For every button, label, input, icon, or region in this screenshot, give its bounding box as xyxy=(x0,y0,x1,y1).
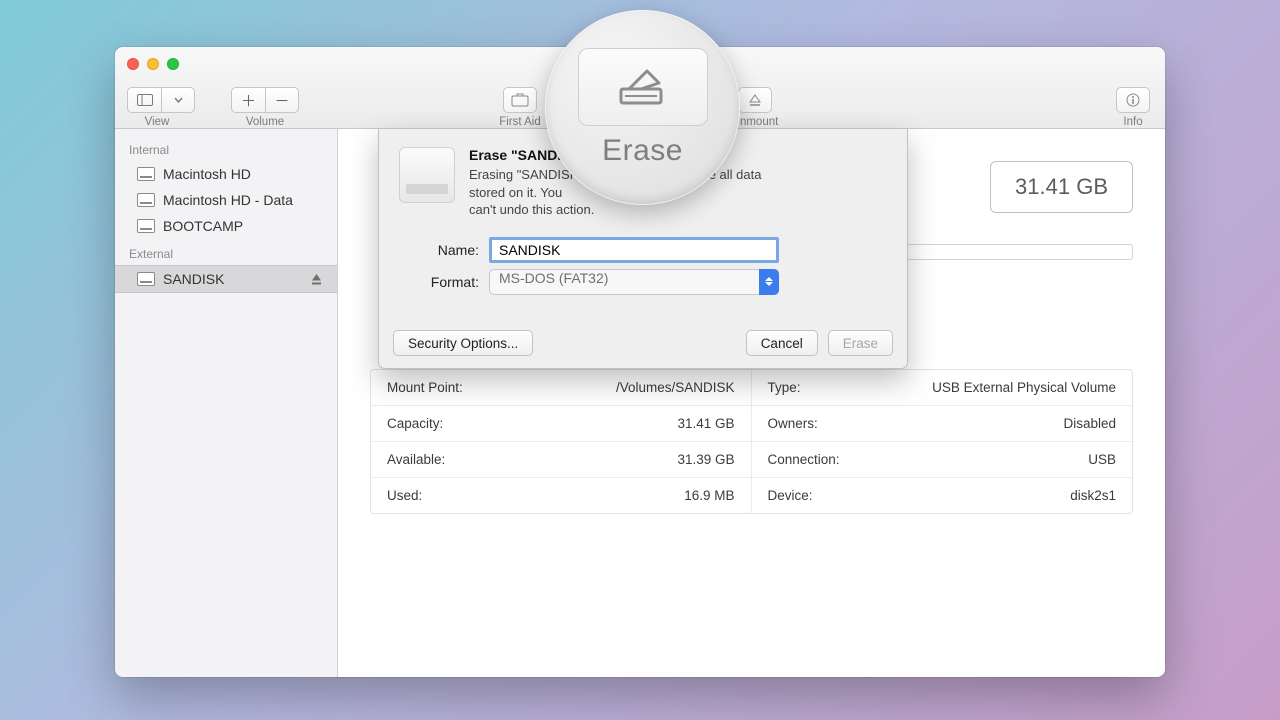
eject-icon[interactable] xyxy=(310,273,323,286)
view-sidebar-button[interactable] xyxy=(127,87,161,113)
toolbar-volume-label: Volume xyxy=(225,116,305,128)
erase-toolbar-button-zoom xyxy=(578,48,708,126)
sidebar: Internal Macintosh HD Macintosh HD - Dat… xyxy=(115,129,338,677)
drive-icon xyxy=(399,147,455,203)
view-menu-button[interactable] xyxy=(161,87,195,113)
sidebar-section-external: External xyxy=(115,239,337,265)
toolbar-view-label: View xyxy=(127,116,187,128)
info-available: Available:31.39 GB xyxy=(371,442,752,478)
disk-icon xyxy=(137,272,155,286)
name-label: Name: xyxy=(399,242,479,258)
sidebar-item-sandisk[interactable]: SANDISK xyxy=(115,265,337,293)
info-owners: Owners:Disabled xyxy=(752,406,1133,442)
security-options-button[interactable]: Security Options... xyxy=(393,330,533,356)
add-volume-button[interactable]: ＋ xyxy=(231,87,265,113)
select-stepper-icon xyxy=(759,269,779,295)
format-select[interactable]: MS-DOS (FAT32) xyxy=(489,269,779,295)
info-mount-point: Mount Point:/Volumes/SANDISK xyxy=(371,370,752,406)
minimize-window-button[interactable] xyxy=(147,58,159,70)
sidebar-item-bootcamp[interactable]: BOOTCAMP xyxy=(115,213,337,239)
toolbar-firstaid-label: First Aid xyxy=(485,116,555,128)
sidebar-item-label: Macintosh HD xyxy=(163,166,251,182)
first-aid-button[interactable] xyxy=(503,87,537,113)
sidebar-item-label: BOOTCAMP xyxy=(163,218,243,234)
toolbar-info-group: Info xyxy=(1113,87,1153,128)
disk-icon xyxy=(137,167,155,181)
disk-icon xyxy=(137,219,155,233)
info-button[interactable] xyxy=(1116,87,1150,113)
name-input[interactable] xyxy=(489,237,779,263)
volume-info-grid: Mount Point:/Volumes/SANDISK Type:USB Ex… xyxy=(370,369,1133,514)
format-label: Format: xyxy=(399,274,479,290)
info-type: Type:USB External Physical Volume xyxy=(752,370,1133,406)
unmount-button[interactable] xyxy=(738,87,772,113)
sidebar-section-internal: Internal xyxy=(115,135,337,161)
sidebar-item-label: SANDISK xyxy=(163,271,224,287)
remove-volume-button[interactable]: － xyxy=(265,87,299,113)
erase-highlight-label: Erase xyxy=(602,134,683,168)
info-used: Used:16.9 MB xyxy=(371,478,752,513)
window-controls xyxy=(127,58,179,70)
disk-icon xyxy=(137,193,155,207)
toolbar-view-group: View xyxy=(127,87,187,128)
zoom-window-button[interactable] xyxy=(167,58,179,70)
info-device: Device:disk2s1 xyxy=(752,478,1133,513)
sidebar-item-macintosh-hd[interactable]: Macintosh HD xyxy=(115,161,337,187)
sidebar-item-label: Macintosh HD - Data xyxy=(163,192,293,208)
info-connection: Connection:USB xyxy=(752,442,1133,478)
toolbar-volume-group: ＋ － Volume xyxy=(225,87,305,128)
info-capacity: Capacity:31.41 GB xyxy=(371,406,752,442)
cancel-button[interactable]: Cancel xyxy=(746,330,818,356)
capacity-badge: 31.41 GB xyxy=(990,161,1133,213)
toolbar-info-label: Info xyxy=(1113,116,1153,128)
erase-button[interactable]: Erase xyxy=(828,330,893,356)
close-window-button[interactable] xyxy=(127,58,139,70)
erase-highlight-magnifier: Erase xyxy=(545,10,740,205)
sidebar-item-macintosh-hd-data[interactable]: Macintosh HD - Data xyxy=(115,187,337,213)
